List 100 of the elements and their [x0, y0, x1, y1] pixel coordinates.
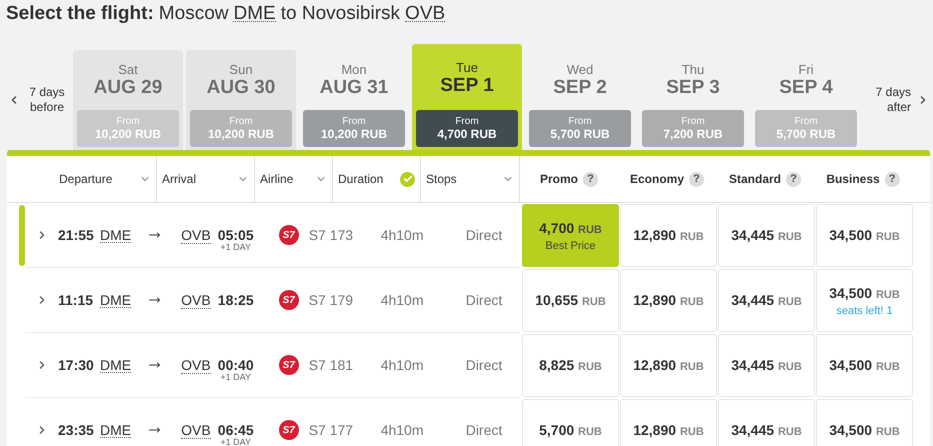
date-tab[interactable]: Thu SEP 3 From 7,200 RUB [638, 50, 748, 150]
fare-class-header: Economy [630, 171, 684, 188]
from-label: From [681, 116, 705, 127]
fare-cell[interactable]: 10,655 RUB [522, 269, 619, 332]
fare-cell[interactable]: 8,825 RUB [522, 334, 619, 397]
fare-price: 8,825 RUB [539, 356, 602, 375]
weekday-label: Wed [566, 62, 594, 77]
fare-price: 34,500 RUB [829, 421, 900, 440]
departure-time: 17:30 [58, 356, 95, 374]
weekday-label: Mon [341, 62, 367, 77]
flight-row[interactable]: 17:30 DME OVB 00:40 +1 DAY S7 S7 181 4h10m Direct [25, 333, 520, 398]
origin-airport-link[interactable]: DME [233, 6, 276, 22]
arrival-airport-link[interactable]: OVB [181, 422, 211, 438]
weekday-label: Sat [118, 62, 138, 77]
column-header[interactable]: Duration [333, 156, 421, 202]
duration-text: 4h10m [380, 290, 425, 310]
weekday-label: Tue [456, 60, 478, 75]
fare-price: 34,445 RUB [731, 356, 802, 375]
fare-cell[interactable]: 34,500 RUB [816, 399, 913, 446]
fare-cell[interactable]: 34,500 RUB [816, 204, 913, 267]
date-tab[interactable]: Mon AUG 31 From 10,200 RUB [299, 50, 409, 150]
help-icon[interactable]: ? [583, 172, 598, 186]
help-icon[interactable]: ? [884, 172, 900, 186]
fare-cell[interactable]: 34,445 RUB [718, 399, 815, 446]
arrival-time: 18:25 [218, 290, 254, 310]
fare-cell[interactable]: 12,890 RUB [620, 269, 717, 332]
duration-text: 4h10m [380, 420, 425, 440]
flight-row[interactable]: 23:35 DME OVB 06:45 +1 DAY S7 S7 177 4h10m Direct [25, 398, 520, 446]
fare-price: 12,890 RUB [633, 291, 704, 310]
fare-price: 34,445 RUB [731, 226, 802, 245]
destination-airport-link[interactable]: OVB [405, 6, 446, 22]
fare-cell[interactable]: 12,890 RUB [620, 399, 717, 446]
next-day-label: +1 DAY [220, 242, 251, 252]
fare-cell[interactable]: 34,445 RUB [718, 334, 815, 397]
flight-row[interactable]: 11:15 DME OVB 18:25 S7 S7 179 4h10m Direct [25, 268, 520, 333]
weekday-label: Thu [682, 62, 704, 77]
departure-airport-link[interactable]: DME [100, 422, 132, 438]
fare-class-header: Standard [728, 171, 781, 188]
from-label: From [568, 116, 592, 127]
date-tab[interactable]: Wed SEP 2 From 5,700 RUB [525, 50, 635, 150]
fare-cell[interactable]: 12,890 RUB [620, 204, 717, 267]
column-header[interactable]: Stops [421, 156, 520, 202]
flight-number: S7 177 [308, 420, 354, 440]
departure-time: 23:35 [58, 420, 95, 440]
fare-price: 10,655 RUB [535, 291, 606, 310]
date-label: AUG 31 [320, 77, 388, 99]
airline-logo: S7 [278, 355, 299, 375]
arrival-airport-link[interactable]: OVB [181, 356, 211, 374]
previous-week-link[interactable]: 7 days before [26, 85, 68, 115]
departure-time: 11:15 [58, 290, 94, 310]
departure-airport-link[interactable]: DME [100, 292, 132, 308]
price-label: 10,200 RUB [320, 127, 388, 141]
flight-row[interactable]: 21:55 DME OVB 05:05 +1 DAY S7 S7 173 4h10m Direct [25, 203, 520, 268]
duration-text: 4h10m [380, 356, 425, 374]
airline-logo: S7 [278, 290, 299, 310]
fare-cell[interactable]: 34,500 RUB [816, 334, 913, 397]
arrival-airport-link[interactable]: OVB [181, 292, 211, 308]
next-day-label: +1 DAY [220, 436, 251, 446]
fare-price: 12,890 RUB [633, 356, 704, 375]
date-tab[interactable]: Fri SEP 4 From 5,700 RUB [751, 50, 861, 150]
column-header[interactable]: Departure [57, 156, 157, 202]
price-label: 10,200 RUB [208, 127, 274, 141]
fare-price: 12,890 RUB [633, 421, 704, 440]
fare-cell[interactable]: 4,700 RUB Best Price [522, 204, 619, 267]
fare-price: 34,445 RUB [731, 291, 802, 310]
help-icon[interactable]: ? [786, 172, 801, 186]
departure-airport-link[interactable]: DME [100, 358, 132, 372]
next-day-label: +1 DAY [220, 372, 251, 382]
help-icon[interactable]: ? [689, 172, 704, 186]
date-label: SEP 4 [779, 77, 833, 99]
from-label: From [342, 116, 366, 127]
date-tab[interactable]: Tue SEP 1 From 4,700 RUB [412, 44, 522, 150]
fare-class-header: Promo [540, 171, 578, 188]
seats-left-note: seats left! 1 [836, 304, 893, 318]
departure-airport-link[interactable]: DME [100, 228, 132, 242]
arrival-time: 05:05 [218, 226, 254, 244]
next-week-link[interactable]: 7 days after [871, 85, 911, 115]
date-label: SEP 2 [553, 77, 607, 99]
fare-price: 12,890 RUB [633, 226, 704, 245]
date-label: AUG 30 [206, 77, 276, 99]
fare-cell[interactable]: 34,445 RUB [718, 269, 815, 332]
fare-price: 4,700 RUB [539, 219, 602, 238]
column-header[interactable]: Arrival [157, 156, 255, 202]
fare-cell[interactable]: 34,500 RUB seats left! 1 [816, 269, 913, 332]
price-label: 5,700 RUB [776, 127, 836, 141]
column-header[interactable]: Airline [255, 156, 333, 202]
weekday-label: Sun [229, 62, 253, 77]
best-price-label: Best Price [545, 239, 596, 253]
stops-text: Direct [466, 356, 502, 374]
page-title: Select the flight: [6, 2, 154, 26]
fare-cell[interactable]: 5,700 RUB [522, 399, 619, 446]
fare-cell[interactable]: 34,445 RUB [718, 204, 815, 267]
weekday-label: Fri [798, 62, 814, 77]
flight-number: S7 181 [308, 356, 354, 374]
fare-cell[interactable]: 12,890 RUB [620, 334, 717, 397]
airline-logo: S7 [278, 420, 299, 440]
fare-price: 34,445 RUB [731, 421, 802, 440]
arrival-airport-link[interactable]: OVB [181, 226, 211, 244]
fare-price: 5,700 RUB [539, 421, 602, 440]
stops-text: Direct [466, 226, 502, 244]
